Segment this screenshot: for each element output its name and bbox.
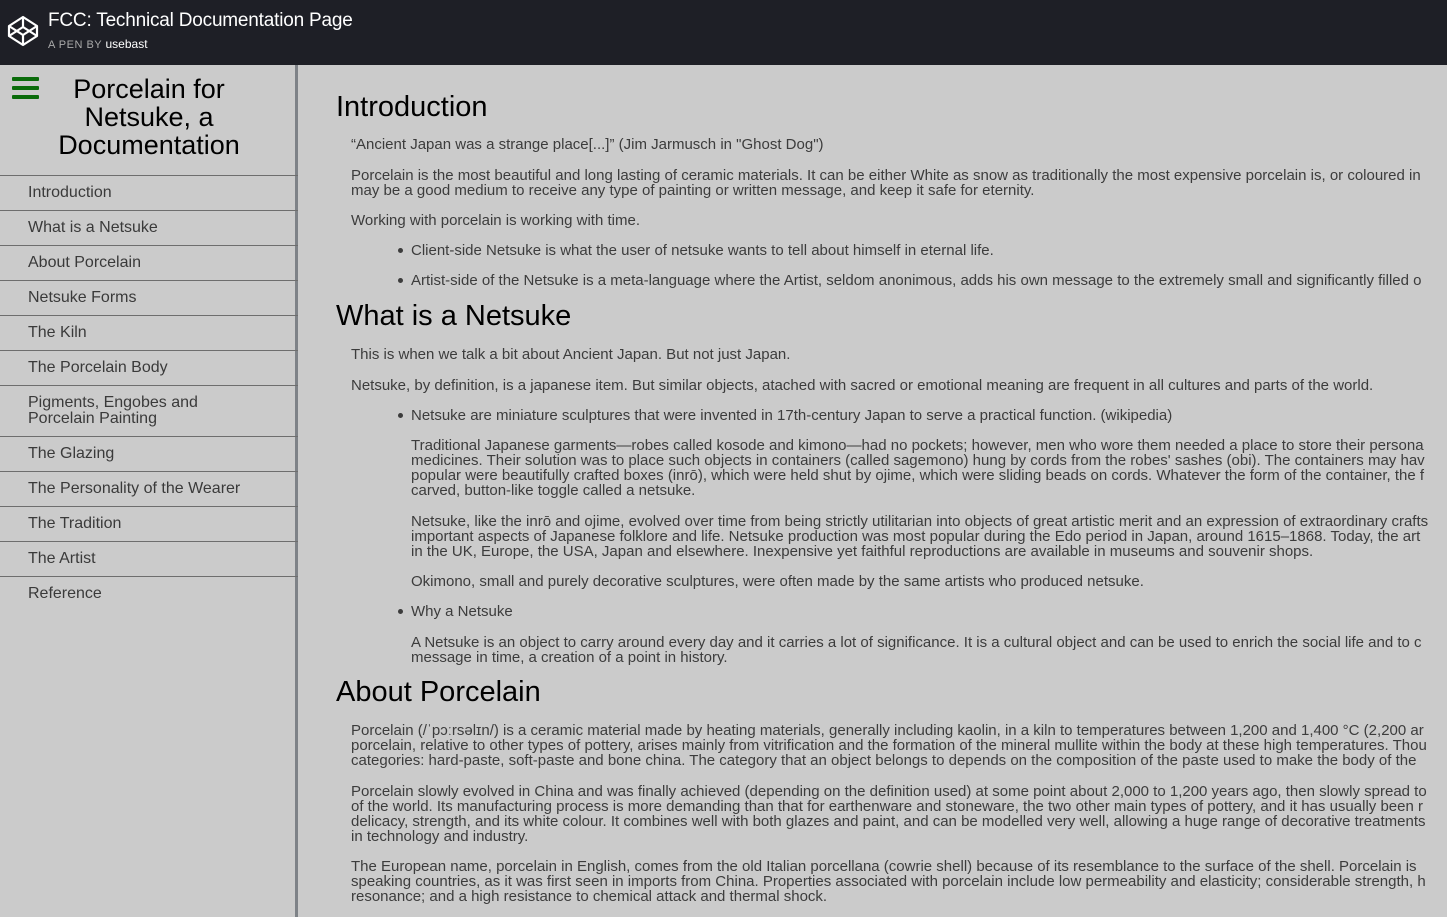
paragraph-line: A Netsuke is an object to carry around e… — [411, 634, 1422, 651]
bullet-icon — [398, 413, 403, 418]
paragraph-line: Traditional Japanese garments—robes call… — [411, 437, 1424, 454]
bullet-icon — [398, 278, 403, 283]
nav-item: The Personality of the Wearer — [0, 471, 298, 506]
nav-item: About Porcelain — [0, 245, 298, 280]
list-item: Artist-side of the Netsuke is a meta-lan… — [411, 272, 1422, 289]
nav-link-pigments[interactable]: Pigments, Engobes and Porcelain Painting — [0, 386, 298, 436]
paragraph-line: in technology and industry. — [351, 828, 529, 845]
nav-item: Reference — [0, 576, 298, 611]
paragraph-line: in the UK, Europe, the USA, Japan and el… — [411, 543, 1314, 560]
paragraph-line: popular were beautifully crafted boxes (… — [411, 467, 1425, 484]
nav-item: The Artist — [0, 541, 298, 576]
pen-title: FCC: Technical Documentation Page — [48, 10, 353, 31]
nav-link-about-porcelain[interactable]: About Porcelain — [0, 246, 298, 280]
nav-link-line: Pigments, Engobes and — [28, 394, 198, 411]
paragraph-line: Porcelain is the most beautiful and long… — [351, 167, 1421, 184]
section-heading: What is a Netsuke — [336, 300, 572, 332]
nav-title-line: Documentation — [58, 130, 240, 160]
paragraph-line: medicines. Their solution was to place s… — [411, 452, 1425, 469]
list-item: Client-side Netsuke is what the user of … — [411, 242, 994, 259]
codepen-logo-icon[interactable] — [7, 15, 39, 47]
nav-link-the-kiln[interactable]: The Kiln — [0, 316, 298, 350]
nav-link-the-glazing[interactable]: The Glazing — [0, 437, 298, 471]
codepen-header: FCC: Technical Documentation Page A PEN … — [0, 0, 1447, 65]
nav-item: The Tradition — [0, 506, 298, 541]
nav-item: Pigments, Engobes and Porcelain Painting — [0, 385, 298, 436]
paragraph: This is when we talk a bit about Ancient… — [351, 346, 791, 363]
nav-link-personality-of-wearer[interactable]: The Personality of the Wearer — [0, 472, 298, 506]
paragraph-line: Netsuke, like the inrō and ojime, evolve… — [411, 513, 1429, 530]
nav-link-the-artist[interactable]: The Artist — [0, 542, 298, 576]
nav-link-what-is-a-netsuke[interactable]: What is a Netsuke — [0, 211, 298, 245]
nav-item: The Glazing — [0, 436, 298, 471]
author-link[interactable]: usebast — [106, 37, 148, 51]
bullet-icon — [398, 609, 403, 614]
paragraph: Okimono, small and purely decorative scu… — [411, 573, 1144, 590]
nav-link-the-tradition[interactable]: The Tradition — [0, 507, 298, 541]
paragraph-line: carved, button-like toggle called a nets… — [411, 482, 696, 499]
nav-item: Introduction — [0, 175, 298, 210]
nav-link-netsuke-forms[interactable]: Netsuke Forms — [0, 281, 298, 315]
paragraph-line: Porcelain (/ˈpɔːrsəlɪn/) is a ceramic ma… — [351, 722, 1424, 739]
paragraph-line: Porcelain slowly evolved in China and wa… — [351, 783, 1427, 800]
nav-item: Netsuke Forms — [0, 280, 298, 315]
main-doc: Introduction “Ancient Japan was a strang… — [301, 65, 1447, 917]
paragraph-line: may be a good medium to receive any type… — [351, 182, 1035, 199]
nav-link-reference[interactable]: Reference — [0, 577, 298, 611]
pen-by-label: A PEN BY — [48, 39, 102, 51]
paragraph-line: message in time, a creation of a point i… — [411, 649, 728, 666]
section-heading: Introduction — [336, 91, 488, 123]
navbar: Porcelain for Netsuke, a Documentation I… — [0, 65, 298, 917]
paragraph: Netsuke, by definition, is a japanese it… — [351, 377, 1374, 394]
nav-link-the-porcelain-body[interactable]: The Porcelain Body — [0, 351, 298, 385]
paragraph-line: porcelain, relative to other types of po… — [351, 737, 1427, 754]
nav-list: Introduction What is a Netsuke About Por… — [0, 175, 298, 611]
pen-author-line: A PEN BY usebast — [48, 37, 148, 51]
section-heading: About Porcelain — [336, 676, 541, 708]
nav-link-line: Porcelain Painting — [28, 410, 157, 427]
list-item: Netsuke are miniature sculptures that we… — [411, 407, 1173, 424]
paragraph-line: The European name, porcelain in English,… — [351, 858, 1417, 875]
nav-title-line: Netsuke, a — [84, 102, 214, 132]
paragraph-line: resonance; and a high resistance to chem… — [351, 888, 828, 905]
paragraph-line: categories: hard-paste, soft-paste and b… — [351, 752, 1417, 769]
list-item: Why a Netsuke — [411, 603, 513, 620]
nav-title-line: Porcelain for — [73, 74, 225, 104]
paragraph-line: speaking countries, as it was first seen… — [351, 873, 1426, 890]
bullet-icon — [398, 248, 403, 253]
quote-text: “Ancient Japan was a strange place[...]”… — [351, 136, 824, 153]
nav-item: The Kiln — [0, 315, 298, 350]
nav-link-introduction[interactable]: Introduction — [0, 176, 298, 210]
nav-item: What is a Netsuke — [0, 210, 298, 245]
paragraph-line: of the world. Its manufacturing process … — [351, 798, 1423, 815]
paragraph: Working with porcelain is working with t… — [351, 212, 640, 229]
nav-title: Porcelain for Netsuke, a Documentation — [0, 75, 298, 159]
paragraph-line: delicacy, strength, and its white colour… — [351, 813, 1426, 830]
nav-item: The Porcelain Body — [0, 350, 298, 385]
paragraph-line: important aspects of Japanese folklore a… — [411, 528, 1421, 545]
